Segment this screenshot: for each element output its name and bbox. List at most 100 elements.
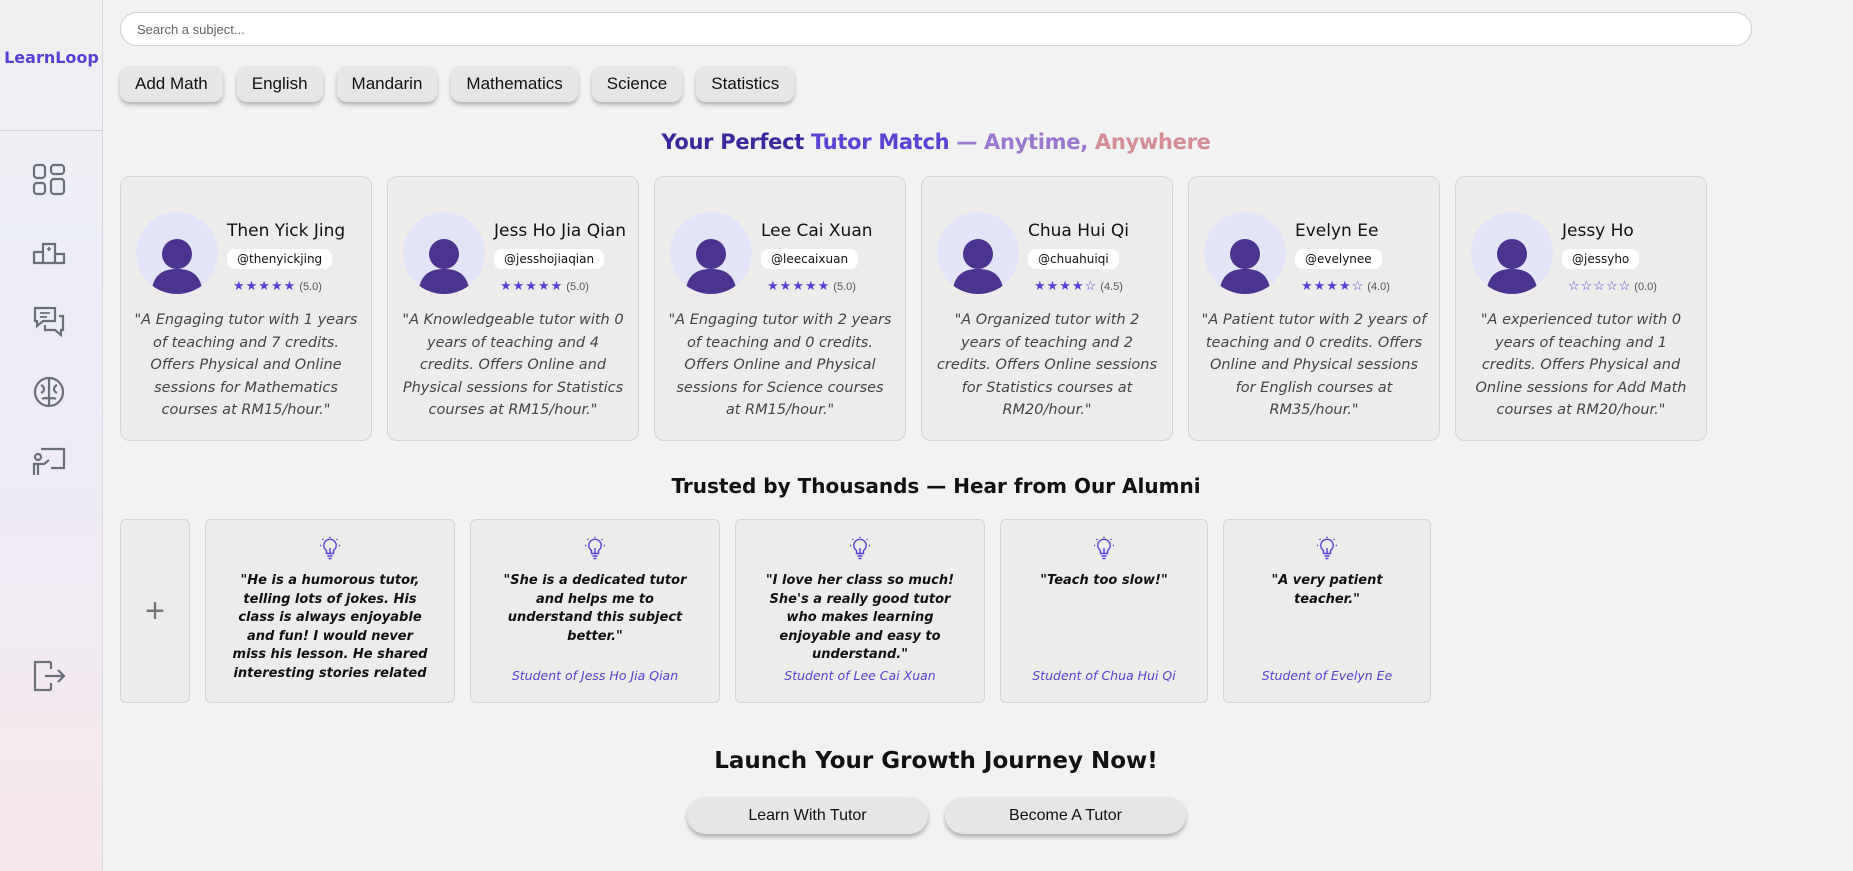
heading-part-2: Tutor Match [811,130,950,154]
heading-part-1: Your Perfect [661,130,804,154]
tutor-handle: @thenyickjing [227,249,333,269]
chat-icon[interactable] [30,302,68,340]
tutor-board-icon[interactable] [30,443,68,481]
tutor-name: Jessy Ho [1562,221,1634,241]
stars: ★★★★★ [233,278,297,293]
stars: ★★★★☆ [1034,278,1098,293]
avatar [1471,212,1553,294]
tutor-handle: @chuahuiqi [1028,249,1119,269]
lightbulb-icon [1317,536,1337,560]
star-rating: ★★★★☆ (4.0) [1301,278,1390,294]
avatar [937,212,1019,294]
review-quote: "I love her class so much! She's a reall… [765,573,955,662]
tutor-handle: @jesshojiaqian [494,249,605,269]
review-card: "I love her class so much! She's a reall… [735,519,985,703]
review-card: "He is a humorous tutor, telling lots of… [205,519,455,703]
leaderboard-icon[interactable] [30,231,68,269]
review-quote: "He is a humorous tutor, telling lots of… [232,573,428,681]
avatar [403,212,485,294]
rating-value: (5.0) [299,281,322,293]
tutor-handle: @evelynee [1295,249,1382,269]
tutor-card[interactable]: Jess Ho Jia Qian @jesshojiaqian ★★★★★ (5.… [387,176,639,441]
stars: ☆☆☆☆☆ [1568,278,1632,293]
heading-part-4: Anywhere [1094,130,1211,154]
user-silhouette-icon [952,239,1004,294]
learn-with-tutor-button[interactable]: Learn With Tutor [687,797,928,834]
tutor-handle: @jessyho [1562,249,1640,269]
subject-chip-add-math[interactable]: Add Math [120,66,223,102]
search-input[interactable] [120,12,1752,46]
tutor-description: "A Engaging tutor with 2 years of teachi… [668,312,892,418]
star-rating: ★★★★★ (5.0) [767,278,856,294]
alumni-heading: Trusted by Thousands — Hear from Our Alu… [671,474,1201,498]
tutor-name: Evelyn Ee [1295,221,1379,241]
review-card: "She is a dedicated tutor and helps me t… [470,519,720,703]
tutor-card[interactable]: Chua Hui Qi @chuahuiqi ★★★★☆ (4.5) "A Org… [921,176,1173,441]
user-silhouette-icon [1486,239,1538,294]
tutor-card[interactable]: Evelyn Ee @evelynee ★★★★☆ (4.0) "A Patien… [1188,176,1440,441]
review-author: Student of Lee Cai Xuan [784,668,936,683]
tutor-description: "A Knowledgeable tutor with 0 years of t… [402,312,624,418]
user-silhouette-icon [1219,239,1271,294]
brain-icon[interactable] [30,373,68,411]
star-rating: ☆☆☆☆☆ (0.0) [1568,278,1657,294]
logout-icon[interactable] [30,657,68,695]
tutor-description: "A Engaging tutor with 1 years of teachi… [134,312,358,418]
tutor-name: Then Yick Jing [227,221,346,241]
rating-value: (5.0) [833,281,856,293]
cta-heading: Launch Your Growth Journey Now! [714,748,1158,774]
tutor-card[interactable]: Lee Cai Xuan @leecaixuan ★★★★★ (5.0) "A E… [654,176,906,441]
review-quote: "A very patient teacher." [1271,573,1383,607]
sidebar-divider [0,130,103,131]
tutor-match-heading: Your Perfect Tutor Match — Anytime, Anyw… [120,130,1752,154]
subject-chip-english[interactable]: English [236,66,323,102]
rating-value: (4.0) [1367,281,1390,293]
user-silhouette-icon [685,239,737,294]
tutor-name: Lee Cai Xuan [761,221,873,241]
subject-chip-statistics[interactable]: Statistics [696,66,795,102]
sidebar: LearnLoop [0,0,103,871]
lightbulb-icon [850,536,870,560]
tutor-card[interactable]: Jessy Ho @jessyho ☆☆☆☆☆ (0.0) "A experien… [1455,176,1707,441]
dashboard-icon[interactable] [30,161,68,199]
tutor-name: Jess Ho Jia Qian [494,221,627,241]
review-author: Student of Jess Ho Jia Qian [511,668,679,683]
subject-chip-science[interactable]: Science [591,66,683,102]
star-rating: ★★★★☆ (4.5) [1034,278,1123,294]
review-card: "Teach too slow!" Student of Chua Hui Qi [1000,519,1208,703]
lightbulb-icon [1094,536,1114,560]
review-card: "A very patient teacher." Student of Eve… [1223,519,1431,703]
stars: ★★★★☆ [1301,278,1365,293]
review-list: "He is a humorous tutor, telling lots of… [205,519,1431,703]
tutor-description: "A experienced tutor with 0 years of tea… [1475,312,1687,418]
user-silhouette-icon [418,239,470,294]
rating-value: (4.5) [1100,281,1123,293]
heading-part-3: — Anytime, [956,130,1088,154]
rating-value: (0.0) [1634,281,1657,293]
become-a-tutor-button[interactable]: Become A Tutor [945,797,1186,834]
rating-value: (5.0) [566,281,589,293]
tutor-name: Chua Hui Qi [1028,221,1130,241]
lightbulb-icon [585,536,605,560]
review-author: Student of Chua Hui Qi [1032,668,1176,683]
stars: ★★★★★ [767,278,831,293]
review-quote: "Teach too slow!" [1040,573,1168,588]
review-author: Student of Evelyn Ee [1261,668,1393,683]
tutor-handle: @leecaixuan [761,249,859,269]
lightbulb-icon [320,536,340,560]
subject-filter-bar: Add Math English Mandarin Mathematics Sc… [120,66,795,102]
avatar [1204,212,1286,294]
subject-chip-mandarin[interactable]: Mandarin [336,66,438,102]
add-review-button[interactable]: + [120,519,190,703]
tutor-card-list: Then Yick Jing @thenyickjing ★★★★★ (5.0) … [120,176,1707,441]
app-logo[interactable]: LearnLoop [0,48,103,67]
tutor-description: "A Organized tutor with 2 years of teach… [936,312,1158,418]
star-rating: ★★★★★ (5.0) [233,278,322,294]
stars: ★★★★★ [500,278,564,293]
tutor-description: "A Patient tutor with 2 years of teachin… [1201,312,1427,418]
avatar [136,212,218,294]
subject-chip-mathematics[interactable]: Mathematics [451,66,578,102]
tutor-card[interactable]: Then Yick Jing @thenyickjing ★★★★★ (5.0) … [120,176,372,441]
star-rating: ★★★★★ (5.0) [500,278,589,294]
review-quote: "She is a dedicated tutor and helps me t… [503,573,687,644]
